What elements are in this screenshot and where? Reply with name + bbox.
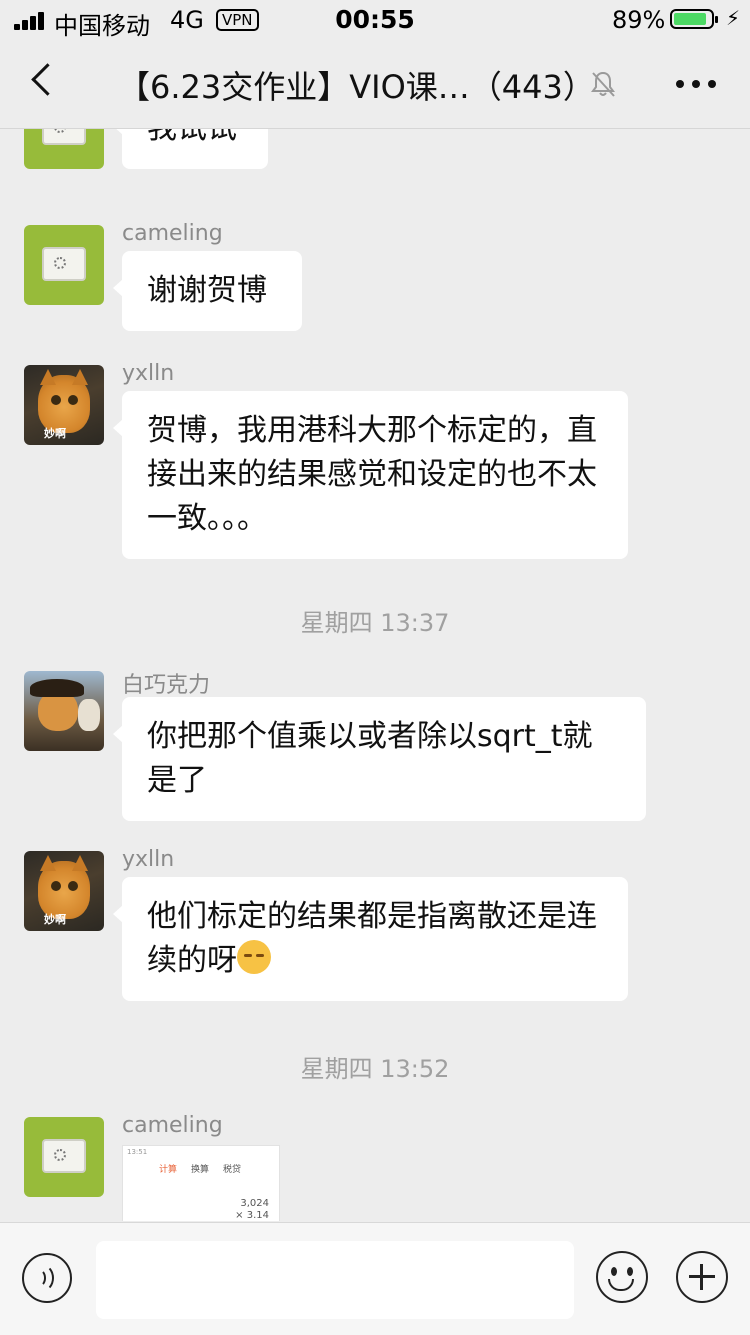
message-text: 他们标定的结果都是指离散还是连续的呀 (147, 899, 597, 978)
smile-emoji-icon (237, 940, 271, 974)
message-bubble[interactable]: 贺博，我用港科大那个标定的，直接出来的结果感觉和设定的也不太一致。。。 (113, 391, 628, 559)
thumbnail-tab: 换算 (191, 1165, 210, 1175)
chat-title: 【6.23交作业】VIO课…（443） (118, 68, 595, 106)
message: 妙啊 yxlln 他们标定的结果都是指离散还是连续的呀 (0, 847, 750, 1001)
avatar-caption: 妙啊 (44, 913, 66, 926)
sender-name: yxlln (122, 847, 175, 872)
avatar-yxlln[interactable]: 妙啊 (24, 851, 104, 931)
thumbnail-value: 3,024 (240, 1198, 269, 1209)
message-bubble[interactable]: 谢谢贺博 (113, 251, 302, 331)
message-bubble[interactable]: 你把那个值乘以或者除以sqrt_t就是了 (113, 697, 646, 821)
avatar-baiqiaokeli[interactable] (24, 671, 104, 751)
image-message-thumbnail[interactable]: 13:51 计算 换算 税贷 3,024 × 3.14 (122, 1145, 280, 1221)
more-options-icon[interactable] (676, 80, 716, 88)
thumbnail-status: 13:51 (127, 1148, 148, 1156)
emoji-icon[interactable] (596, 1251, 648, 1303)
message: cameling 谢谢贺博 (0, 221, 750, 335)
back-arrow-icon[interactable] (31, 63, 64, 96)
message-bubble[interactable]: 我试试 (113, 129, 268, 169)
input-bar (0, 1222, 750, 1335)
battery-percent: 89% (612, 6, 666, 34)
sender-name: cameling (122, 221, 223, 246)
message: 白巧克力 你把那个值乘以或者除以sqrt_t就是了 (0, 671, 750, 821)
chat-history[interactable]: 我试试 cameling 谢谢贺博 妙啊 yxlln 贺博，我用港科大那个标定的… (0, 129, 750, 1221)
avatar-caption: 妙啊 (44, 427, 66, 440)
timestamp: 星期四 13:37 (300, 609, 450, 637)
nav-bar: 【6.23交作业】VIO课…（443） (0, 40, 750, 129)
message: 妙啊 yxlln 贺博，我用港科大那个标定的，直接出来的结果感觉和设定的也不太一… (0, 361, 750, 559)
charging-icon: ⚡ (726, 6, 741, 30)
thumbnail-tab: 税贷 (223, 1165, 242, 1175)
sender-name: cameling (122, 1113, 223, 1138)
voice-input-icon[interactable] (22, 1253, 72, 1303)
avatar-cameling[interactable] (24, 225, 104, 305)
battery-icon (670, 9, 718, 29)
message-bubble[interactable]: 他们标定的结果都是指离散还是连续的呀 (113, 877, 628, 1001)
avatar-cameling[interactable] (24, 1117, 104, 1197)
sender-name: 白巧克力 (122, 673, 211, 698)
mute-bell-icon (591, 71, 615, 97)
sender-name: yxlln (122, 361, 175, 386)
status-bar: 中国移动 4G VPN 00:55 89% ⚡ (0, 0, 750, 40)
message: 我试试 (0, 129, 750, 199)
plus-icon[interactable] (676, 1251, 728, 1303)
message: cameling 13:51 计算 换算 税贷 3,024 × 3.14 (0, 1113, 750, 1221)
avatar-yxlln[interactable]: 妙啊 (24, 365, 104, 445)
thumbnail-tab: 计算 (159, 1165, 178, 1175)
timestamp: 星期四 13:52 (300, 1055, 450, 1083)
thumbnail-value: × 3.14 (235, 1210, 269, 1221)
message-input[interactable] (96, 1241, 574, 1319)
avatar-cameling[interactable] (24, 129, 104, 169)
